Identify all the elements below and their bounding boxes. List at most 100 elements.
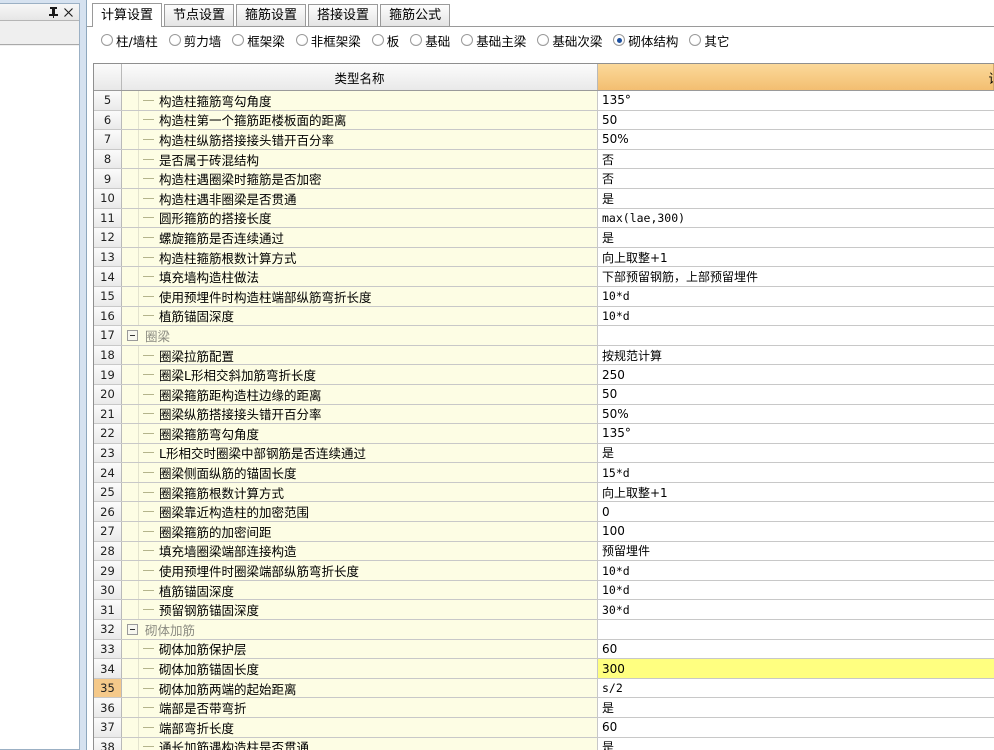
- setting-value-cell[interactable]: 预留埋件: [598, 541, 994, 561]
- radio-4[interactable]: 板: [371, 31, 399, 50]
- row-number-cell[interactable]: 6: [94, 110, 122, 130]
- type-name-cell[interactable]: 构造柱遇非圈梁是否贯通: [122, 188, 598, 208]
- table-row[interactable]: 11 圆形箍筋的搭接长度 max(lae,300): [94, 208, 994, 229]
- row-number-cell[interactable]: 15: [94, 286, 122, 306]
- type-name-cell[interactable]: 填充墙圈梁端部连接构造: [122, 541, 598, 561]
- setting-value-cell[interactable]: 是: [598, 737, 994, 750]
- type-name-cell[interactable]: 使用预埋件时构造柱端部纵筋弯折长度: [122, 286, 598, 306]
- collapse-minus-icon[interactable]: [122, 623, 142, 635]
- row-number-cell[interactable]: 28: [94, 541, 122, 561]
- collapse-minus-icon[interactable]: [122, 329, 142, 341]
- setting-value-cell[interactable]: 是: [598, 228, 994, 247]
- row-number-cell[interactable]: 11: [94, 208, 122, 228]
- radio-button-icon[interactable]: [101, 34, 113, 46]
- table-row[interactable]: 7 构造柱纵筋搭接接头错开百分率 50%: [94, 130, 994, 150]
- table-row[interactable]: 9 构造柱遇圈梁时箍筋是否加密 否: [94, 169, 994, 189]
- type-name-cell[interactable]: 是否属于砖混结构: [122, 149, 598, 169]
- grid-header-value[interactable]: 设: [598, 64, 994, 90]
- row-number-cell[interactable]: 13: [94, 247, 122, 267]
- table-row[interactable]: 15 使用预埋件时构造柱端部纵筋弯折长度 10*d: [94, 286, 994, 307]
- row-number-cell[interactable]: 38: [94, 737, 122, 750]
- radio-button-icon[interactable]: [168, 34, 181, 46]
- grid-header-name[interactable]: 类型名称: [122, 64, 598, 90]
- setting-value-cell[interactable]: 否: [598, 149, 994, 169]
- row-number-cell[interactable]: 12: [94, 228, 122, 247]
- table-row[interactable]: 24 圈梁侧面纵筋的锚固长度 15*d: [94, 463, 994, 483]
- type-name-cell[interactable]: 构造柱箍筋弯勾角度: [122, 91, 598, 110]
- type-name-cell[interactable]: 圈梁拉筋配置: [122, 345, 598, 365]
- type-name-cell[interactable]: 构造柱遇圈梁时箍筋是否加密: [122, 169, 598, 188]
- type-name-cell[interactable]: 螺旋箍筋是否连续通过: [122, 228, 598, 247]
- type-name-cell[interactable]: 圈梁侧面纵筋的锚固长度: [122, 463, 598, 482]
- setting-value-cell[interactable]: 50%: [598, 130, 994, 149]
- type-name-cell[interactable]: 预留钢筋锚固深度: [122, 600, 598, 620]
- radio-6[interactable]: 基础主梁: [461, 31, 526, 50]
- type-name-cell[interactable]: 砌体加筋两端的起始距离: [122, 678, 598, 698]
- tab-4[interactable]: 箍筋公式: [380, 4, 451, 26]
- type-name-cell[interactable]: 砌体加筋锚固长度: [122, 659, 598, 678]
- setting-value-cell[interactable]: 300: [598, 659, 994, 678]
- setting-value-cell[interactable]: 250: [598, 365, 994, 384]
- table-row[interactable]: 35 砌体加筋两端的起始距离 s/2: [94, 678, 994, 699]
- type-name-cell[interactable]: 填充墙构造柱做法: [122, 267, 598, 286]
- tab-0[interactable]: 计算设置: [92, 3, 163, 27]
- table-row[interactable]: 28 填充墙圈梁端部连接构造 预留埋件: [94, 541, 994, 562]
- setting-value-cell[interactable]: 30*d: [598, 600, 994, 620]
- radio-5[interactable]: 基础: [410, 31, 450, 50]
- type-name-cell[interactable]: 构造柱纵筋搭接接头错开百分率: [122, 130, 598, 149]
- type-name-cell[interactable]: 端部弯折长度: [122, 718, 598, 737]
- setting-value-cell[interactable]: 10*d: [598, 286, 994, 306]
- setting-value-cell[interactable]: 是: [598, 443, 994, 463]
- tab-1[interactable]: 节点设置: [164, 4, 235, 26]
- setting-value-cell[interactable]: 135°: [598, 91, 994, 110]
- type-name-cell[interactable]: 使用预埋件时圈梁端部纵筋弯折长度: [122, 561, 598, 580]
- type-name-cell[interactable]: 圈梁L形相交斜加筋弯折长度: [122, 365, 598, 384]
- table-row[interactable]: 12 螺旋箍筋是否连续通过 是: [94, 228, 994, 248]
- type-name-cell[interactable]: 砌体加筋保护层: [122, 639, 598, 659]
- setting-value-cell[interactable]: 是: [598, 188, 994, 208]
- radio-button-icon[interactable]: [295, 34, 308, 46]
- table-row[interactable]: 25 圈梁箍筋根数计算方式 向上取整+1: [94, 482, 994, 503]
- setting-value-cell[interactable]: 否: [598, 169, 994, 188]
- setting-value-cell[interactable]: 向上取整+1: [598, 482, 994, 502]
- type-name-cell[interactable]: 构造柱箍筋根数计算方式: [122, 247, 598, 267]
- row-number-cell[interactable]: 17: [94, 326, 122, 345]
- table-row[interactable]: 20 圈梁箍筋距构造柱边缘的距离 50: [94, 384, 994, 405]
- radio-button-icon[interactable]: [461, 34, 474, 46]
- radio-button-icon[interactable]: [410, 34, 423, 46]
- table-row[interactable]: 13 构造柱箍筋根数计算方式 向上取整+1: [94, 247, 994, 268]
- type-name-cell[interactable]: 圈梁箍筋根数计算方式: [122, 482, 598, 502]
- setting-value-cell[interactable]: 15*d: [598, 463, 994, 482]
- type-name-cell[interactable]: 圈梁箍筋距构造柱边缘的距离: [122, 384, 598, 404]
- type-name-cell[interactable]: 圈梁箍筋弯勾角度: [122, 424, 598, 443]
- table-row[interactable]: 5 构造柱箍筋弯勾角度 135°: [94, 91, 994, 111]
- setting-value-cell[interactable]: 10*d: [598, 580, 994, 600]
- radio-3[interactable]: 非框架梁: [295, 31, 361, 50]
- table-row[interactable]: 16 植筋锚固深度 10*d: [94, 306, 994, 327]
- table-row[interactable]: 30 植筋锚固深度 10*d: [94, 580, 994, 601]
- row-number-cell[interactable]: 27: [94, 522, 122, 541]
- row-number-cell[interactable]: 19: [94, 365, 122, 384]
- setting-value-cell[interactable]: 向上取整+1: [598, 247, 994, 267]
- table-row[interactable]: 6 构造柱第一个箍筋距楼板面的距离 50: [94, 110, 994, 131]
- row-number-cell[interactable]: 36: [94, 698, 122, 717]
- table-row[interactable]: 27 圈梁箍筋的加密间距 100: [94, 522, 994, 542]
- row-number-cell[interactable]: 21: [94, 404, 122, 424]
- row-number-cell[interactable]: 33: [94, 639, 122, 659]
- type-name-cell[interactable]: 端部是否带弯折: [122, 698, 598, 717]
- row-number-cell[interactable]: 10: [94, 188, 122, 208]
- type-name-cell[interactable]: 圆形箍筋的搭接长度: [122, 208, 598, 228]
- table-row[interactable]: 8 是否属于砖混结构 否: [94, 149, 994, 170]
- radio-8[interactable]: 砌体结构: [613, 31, 678, 50]
- row-number-cell[interactable]: 18: [94, 345, 122, 365]
- table-row[interactable]: 33 砌体加筋保护层 60: [94, 639, 994, 660]
- table-row[interactable]: 32 砌体加筋: [94, 620, 994, 640]
- row-number-cell[interactable]: 23: [94, 443, 122, 463]
- radio-1[interactable]: 剪力墙: [168, 31, 221, 50]
- type-name-cell[interactable]: 构造柱第一个箍筋距楼板面的距离: [122, 110, 598, 130]
- setting-value-cell[interactable]: 10*d: [598, 306, 994, 326]
- setting-value-cell[interactable]: 下部预留钢筋，上部预留埋件: [598, 267, 994, 286]
- setting-value-cell[interactable]: [598, 620, 994, 639]
- type-name-cell[interactable]: 圈梁靠近构造柱的加密范围: [122, 502, 598, 522]
- row-number-cell[interactable]: 5: [94, 91, 122, 110]
